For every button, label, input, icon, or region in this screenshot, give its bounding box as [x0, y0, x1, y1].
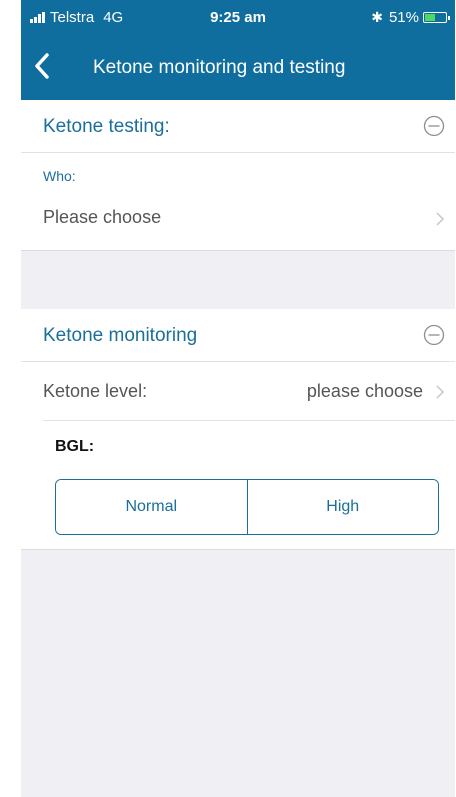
battery-fill [425, 14, 436, 21]
section-gap [21, 251, 455, 309]
ketone-testing-title: Ketone testing: [43, 116, 170, 137]
back-button[interactable] [31, 52, 57, 80]
bgl-row: BGL: Normal High [21, 421, 455, 550]
bgl-high-button[interactable]: High [246, 480, 438, 534]
page-title: Ketone monitoring and testing [93, 57, 346, 78]
minus-circle-icon [423, 324, 445, 346]
ketone-testing-collapse-button[interactable] [423, 115, 445, 137]
header: Telstra 4G 9:25 am ✱ 51% Ketone monitori… [21, 0, 455, 100]
bgl-label: BGL: [55, 438, 95, 455]
ketone-monitoring-header[interactable]: Ketone monitoring [21, 309, 455, 362]
navigation-bar: Ketone monitoring and testing [21, 34, 455, 100]
battery-icon [423, 12, 450, 23]
status-right: ✱ 51% [371, 9, 450, 26]
bluetooth-icon: ✱ [371, 9, 383, 25]
back-chevron-icon [35, 53, 49, 79]
bgl-segmented-control: Normal High [55, 479, 439, 535]
minus-circle-icon [423, 115, 445, 137]
ketone-monitoring-title: Ketone monitoring [43, 325, 198, 346]
who-value: Please choose [43, 207, 162, 227]
ketone-level-label: Ketone level: [43, 381, 148, 401]
status-bar: Telstra 4G 9:25 am ✱ 51% [21, 0, 455, 34]
bgl-normal-button[interactable]: Normal [56, 480, 247, 534]
chevron-right-icon [436, 212, 445, 226]
app-screen: Telstra 4G 9:25 am ✱ 51% Ketone monitori… [21, 0, 455, 797]
chevron-right-icon [436, 385, 445, 399]
ketone-testing-header[interactable]: Ketone testing: [21, 100, 455, 153]
battery-percent: 51% [388, 9, 419, 26]
ketone-monitoring-collapse-button[interactable] [423, 324, 445, 346]
ketone-level-value: please choose [306, 381, 423, 401]
ketone-level-row[interactable]: Ketone level: please choose [21, 362, 455, 420]
who-row[interactable]: Who: Please choose [21, 153, 455, 251]
who-label: Who: [43, 168, 76, 184]
